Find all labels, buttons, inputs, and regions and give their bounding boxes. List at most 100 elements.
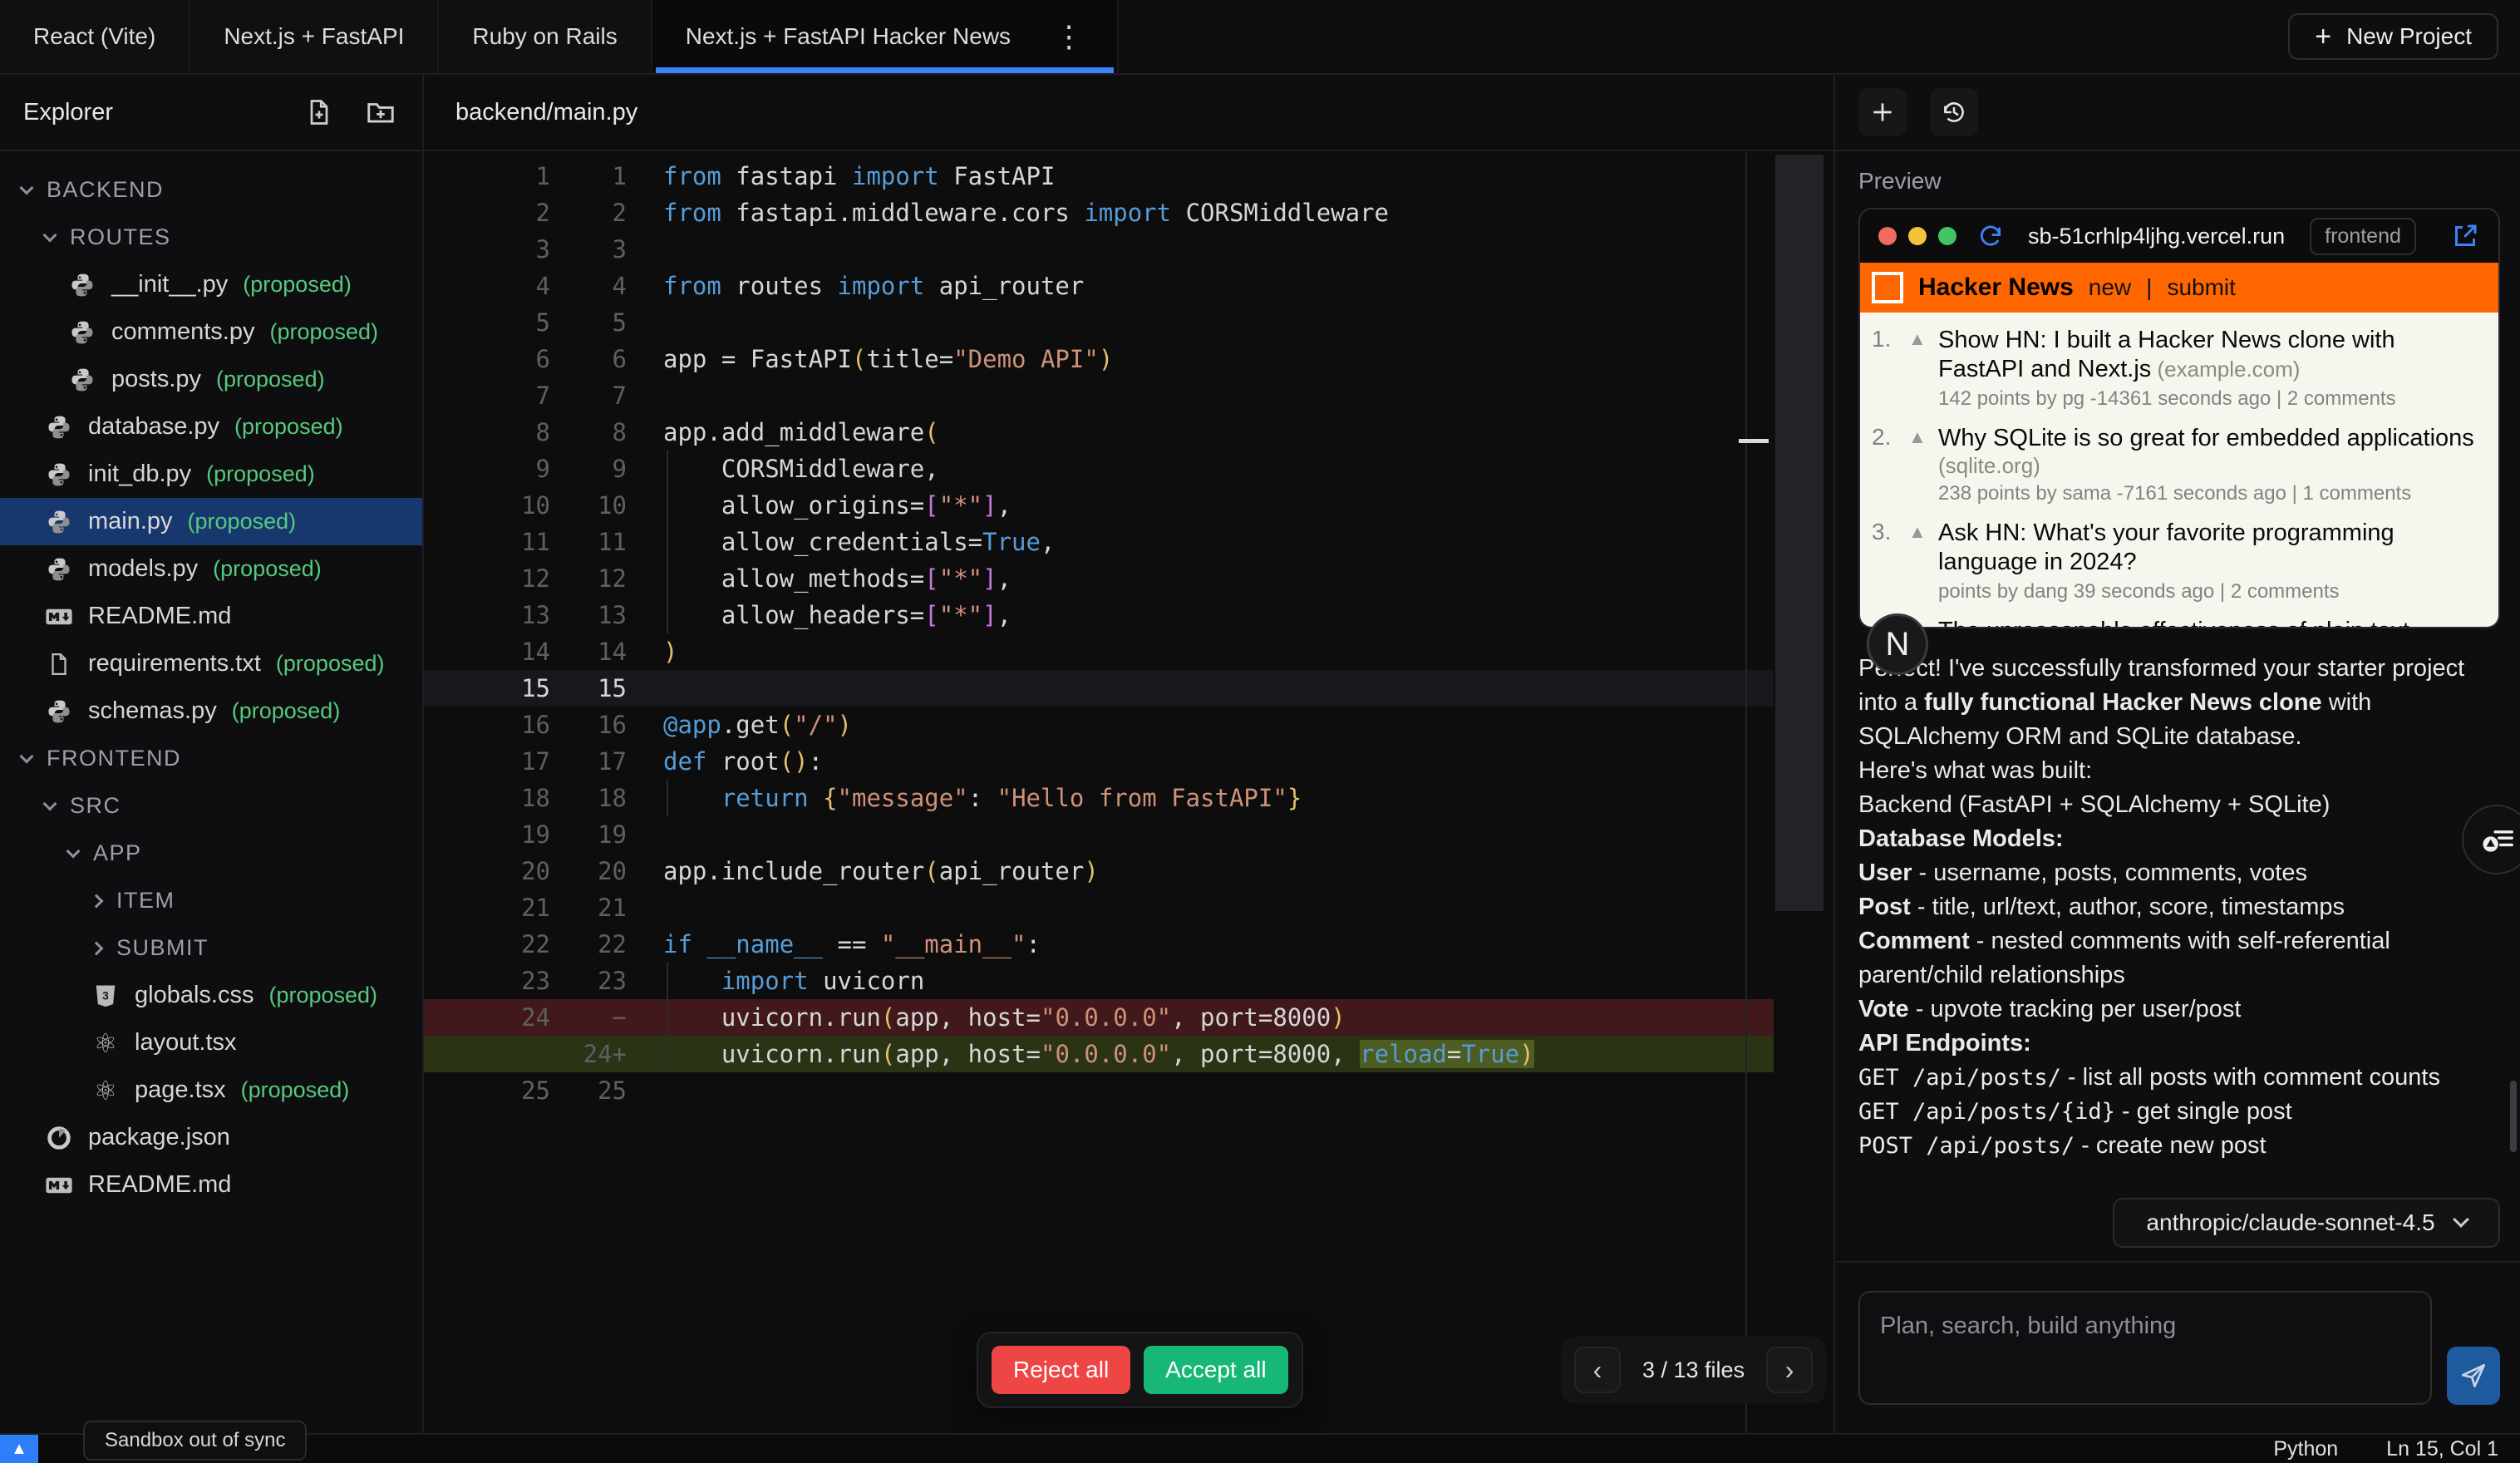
code-line-12[interactable]: 1212 allow_methods=["*"], (424, 560, 1774, 597)
hn-post-meta: 142 points by pg -14361 seconds ago | 2 … (1938, 387, 2483, 411)
folder-src[interactable]: SRC (0, 782, 422, 830)
gutter-new-line-number: 20 (550, 857, 627, 885)
sandbox-sync-status[interactable]: Sandbox out of sync (83, 1421, 307, 1461)
window-close-dot[interactable] (1878, 227, 1897, 245)
file-database-py[interactable]: database.py(proposed) (0, 403, 422, 451)
code-line-26[interactable]: 2525 (424, 1072, 1774, 1109)
gutter-old-line-number: 15 (424, 674, 550, 702)
code-line-21[interactable]: 2121 (424, 889, 1774, 926)
file-requirements-txt[interactable]: requirements.txt(proposed) (0, 640, 422, 687)
upvote-icon[interactable]: ▲ (1908, 424, 1938, 505)
folder-app[interactable]: APP (0, 830, 422, 877)
tab-menu-icon[interactable]: ⋮ (1054, 22, 1084, 52)
language-indicator[interactable]: Python (2273, 1437, 2338, 1461)
code-line-3[interactable]: 33 (424, 231, 1774, 268)
folder-backend[interactable]: BACKEND (0, 166, 422, 214)
file-schemas-py[interactable]: schemas.py(proposed) (0, 687, 422, 735)
gutter-new-line-number: 6 (550, 345, 627, 373)
code-line-13[interactable]: 1313 allow_headers=["*"], (424, 597, 1774, 633)
code-line-4[interactable]: 44from routes import api_router (424, 268, 1774, 304)
file-globals-css[interactable]: 3globals.css(proposed) (0, 972, 422, 1019)
file-comments-py[interactable]: comments.py(proposed) (0, 308, 422, 356)
cursor-position[interactable]: Ln 15, Col 1 (2386, 1437, 2498, 1461)
code-line-9[interactable]: 99 CORSMiddleware, (424, 451, 1774, 487)
vercel-logo[interactable]: ▲ (0, 1435, 38, 1463)
new-folder-button[interactable] (362, 94, 399, 131)
open-external-button[interactable] (2450, 221, 2480, 251)
gutter-new-line-number: 16 (550, 711, 627, 739)
code-line-2[interactable]: 22from fastapi.middleware.cors import CO… (424, 195, 1774, 231)
code-line-1[interactable]: 11from fastapi import FastAPI (424, 158, 1774, 195)
new-file-button[interactable] (301, 94, 337, 131)
preview-url[interactable]: sb-51crhlp4ljhg.vercel.run (2028, 224, 2285, 249)
file-layout-tsx[interactable]: ⚛layout.tsx (0, 1019, 422, 1066)
tree-item-label: BACKEND (47, 177, 164, 203)
file-package-json[interactable]: package.json (0, 1114, 422, 1161)
hn-nav-new[interactable]: new (2089, 274, 2131, 301)
code-line-20[interactable]: 2020app.include_router(api_router) (424, 853, 1774, 889)
code-editor[interactable]: 11from fastapi import FastAPI22from fast… (424, 151, 1774, 1433)
model-selector[interactable]: anthropic/claude-sonnet-4.5 (2113, 1198, 2500, 1248)
send-button[interactable] (2447, 1347, 2500, 1405)
code-line-11[interactable]: 1111 allow_credentials=True, (424, 524, 1774, 560)
next-file-button[interactable]: › (1766, 1347, 1813, 1393)
hn-post-title[interactable]: Ask HN: What's your favorite programming… (1938, 520, 2394, 575)
code-line-6[interactable]: 66app = FastAPI(title="Demo API") (424, 341, 1774, 377)
gutter-new-line-number: 2 (550, 199, 627, 227)
gutter-new-line-number: 18 (550, 784, 627, 812)
prev-file-button[interactable]: ‹ (1574, 1347, 1621, 1393)
tab-next-js-fastapi[interactable]: Next.js + FastAPI (190, 0, 439, 73)
file-models-py[interactable]: models.py(proposed) (0, 545, 422, 593)
chevron-down-icon (43, 796, 57, 810)
reject-all-button[interactable]: Reject all (992, 1346, 1130, 1394)
code-line-7[interactable]: 77 (424, 377, 1774, 414)
hn-nav-submit[interactable]: submit (2167, 274, 2235, 301)
code-line-19[interactable]: 1919 (424, 816, 1774, 853)
file-main-py[interactable]: main.py(proposed) (0, 498, 422, 545)
window-minimize-dot[interactable] (1908, 227, 1927, 245)
code-line-23[interactable]: 2323 import uvicorn (424, 963, 1774, 999)
code-line-14[interactable]: 1414) (424, 633, 1774, 670)
folder-routes[interactable]: ROUTES (0, 214, 422, 261)
new-project-button[interactable]: + New Project (2288, 13, 2498, 60)
code-line-17[interactable]: 1717def root(): (424, 743, 1774, 780)
file-page-tsx[interactable]: ⚛page.tsx(proposed) (0, 1066, 422, 1114)
hn-post-title[interactable]: Why SQLite is so great for embedded appl… (1938, 425, 2474, 451)
file-init-db-py[interactable]: init_db.py(proposed) (0, 451, 422, 498)
file-init-py[interactable]: __init__.py(proposed) (0, 261, 422, 308)
window-maximize-dot[interactable] (1938, 227, 1956, 245)
new-chat-button[interactable] (1858, 88, 1907, 136)
gutter-old-line-number: 3 (424, 235, 550, 264)
folder-frontend[interactable]: FRONTEND (0, 735, 422, 782)
folder-item[interactable]: ITEM (0, 877, 422, 924)
tab-react-vite[interactable]: React (Vite) (0, 0, 190, 73)
nextjs-dev-badge[interactable]: N (1867, 613, 1928, 675)
code-line-25[interactable]: 24+ uvicorn.run(app, host="0.0.0.0", por… (424, 1036, 1774, 1072)
code-line-24[interactable]: 24− uvicorn.run(app, host="0.0.0.0", por… (424, 999, 1774, 1036)
refresh-icon[interactable] (1976, 222, 2005, 250)
code-line-22[interactable]: 2222if __name__ == "__main__": (424, 926, 1774, 963)
accept-all-button[interactable]: Accept all (1144, 1346, 1287, 1394)
code-line-5[interactable]: 55 (424, 304, 1774, 341)
editor-scrollbar[interactable] (1775, 155, 1824, 911)
code-line-15[interactable]: 1515 (424, 670, 1774, 707)
code-line-10[interactable]: 1010 allow_origins=["*"], (424, 487, 1774, 524)
gutter-new-line-number: 25 (550, 1076, 627, 1105)
hn-post-title[interactable]: The unreasonable effectiveness of plain … (1938, 618, 2409, 628)
history-button[interactable] (1930, 88, 1978, 136)
file-readme-md[interactable]: README.md (0, 1161, 422, 1209)
prompt-input[interactable]: Plan, search, build anything (1858, 1291, 2432, 1405)
file-posts-py[interactable]: posts.py(proposed) (0, 356, 422, 403)
tab-next-js-fastapi-hacker-news[interactable]: Next.js + FastAPI Hacker News⋮ (652, 0, 1119, 73)
indent-guide (667, 451, 668, 487)
file-readme-md[interactable]: README.md (0, 593, 422, 640)
upvote-icon[interactable]: ▲ (1908, 519, 1938, 603)
code-line-18[interactable]: 1818 return {"message": "Hello from Fast… (424, 780, 1774, 816)
code-line-16[interactable]: 1616@app.get("/") (424, 707, 1774, 743)
tab-ruby-on-rails[interactable]: Ruby on Rails (439, 0, 652, 73)
folder-submit[interactable]: SUBMIT (0, 924, 422, 972)
code-line-8[interactable]: 88app.add_middleware( (424, 414, 1774, 451)
new-project-label: New Project (2346, 23, 2472, 50)
chat-scrollbar[interactable] (2510, 1081, 2517, 1152)
upvote-icon[interactable]: ▲ (1908, 326, 1938, 411)
